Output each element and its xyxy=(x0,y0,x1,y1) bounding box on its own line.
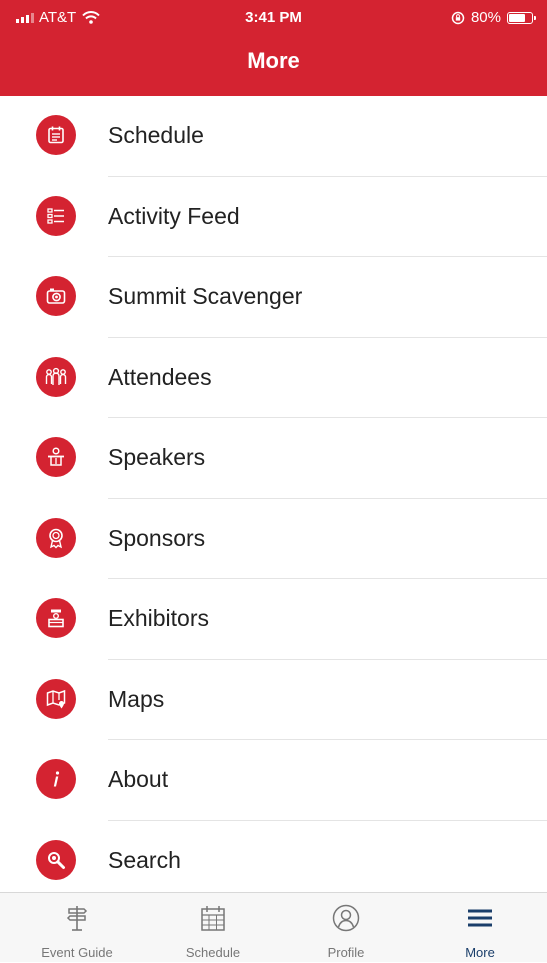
feed-list-icon xyxy=(36,195,76,236)
status-bar: AT&T 3:41 PM 80% xyxy=(0,0,547,36)
menu-item-search[interactable]: Search xyxy=(0,821,547,902)
orientation-lock-icon xyxy=(451,11,465,24)
menu-item-speakers[interactable]: Speakers xyxy=(0,418,547,499)
tab-label: Event Guide xyxy=(41,945,113,960)
tab-more[interactable]: More xyxy=(425,893,535,963)
tab-label: Schedule xyxy=(185,945,241,960)
tab-bar: Event Guide Schedule Profile More xyxy=(0,892,547,962)
hamburger-menu-icon xyxy=(468,909,492,927)
menu-item-label: Maps xyxy=(108,685,165,712)
menu-item-activity-feed[interactable]: Activity Feed xyxy=(0,177,547,257)
menu-item-exhibitors[interactable]: Exhibitors xyxy=(0,579,547,660)
menu-item-maps[interactable]: Maps xyxy=(0,660,547,740)
page-title: More xyxy=(247,48,300,73)
battery-percent: 80% xyxy=(470,9,501,26)
menu-item-sponsors[interactable]: Sponsors xyxy=(0,499,547,579)
menu-item-label: Schedule xyxy=(108,122,204,148)
signpost-icon xyxy=(66,906,88,931)
info-icon xyxy=(36,759,76,799)
app-header: AT&T 3:41 PM 80% More xyxy=(0,0,547,96)
tab-schedule[interactable]: Schedule xyxy=(158,893,268,963)
award-ribbon-icon xyxy=(36,517,76,558)
menu-item-attendees[interactable]: Attendees xyxy=(0,338,547,418)
battery-icon xyxy=(507,11,536,24)
menu-item-label: About xyxy=(108,766,169,792)
camera-icon xyxy=(36,276,76,316)
menu-item-label: Summit Scavenger xyxy=(108,283,303,309)
menu-item-label: Speakers xyxy=(108,444,206,470)
tab-label: More xyxy=(465,945,495,960)
menu-item-summit-scavenger[interactable]: Summit Scavenger xyxy=(0,257,547,338)
more-menu-list: Schedule Activity Feed Summit Scavenger … xyxy=(0,96,547,901)
menu-item-label: Sponsors xyxy=(108,524,206,551)
exhibitor-booth-icon xyxy=(36,598,76,638)
menu-item-label: Search xyxy=(108,846,181,873)
tab-profile[interactable]: Profile xyxy=(291,893,401,963)
menu-item-label: Exhibitors xyxy=(108,605,209,631)
people-icon xyxy=(36,356,76,397)
status-right: 80% xyxy=(451,9,536,26)
map-icon xyxy=(36,678,76,719)
tab-label: Profile xyxy=(327,945,365,960)
calendar-icon xyxy=(201,906,225,931)
profile-icon xyxy=(332,904,360,932)
calendar-icon xyxy=(36,115,76,155)
search-icon xyxy=(36,839,76,880)
tab-event-guide[interactable]: Event Guide xyxy=(22,893,132,963)
menu-item-about[interactable]: About xyxy=(0,740,547,821)
menu-item-label: Attendees xyxy=(108,363,212,390)
podium-speaker-icon xyxy=(36,437,76,477)
menu-item-label: Activity Feed xyxy=(108,202,240,229)
menu-item-schedule[interactable]: Schedule xyxy=(0,96,547,177)
